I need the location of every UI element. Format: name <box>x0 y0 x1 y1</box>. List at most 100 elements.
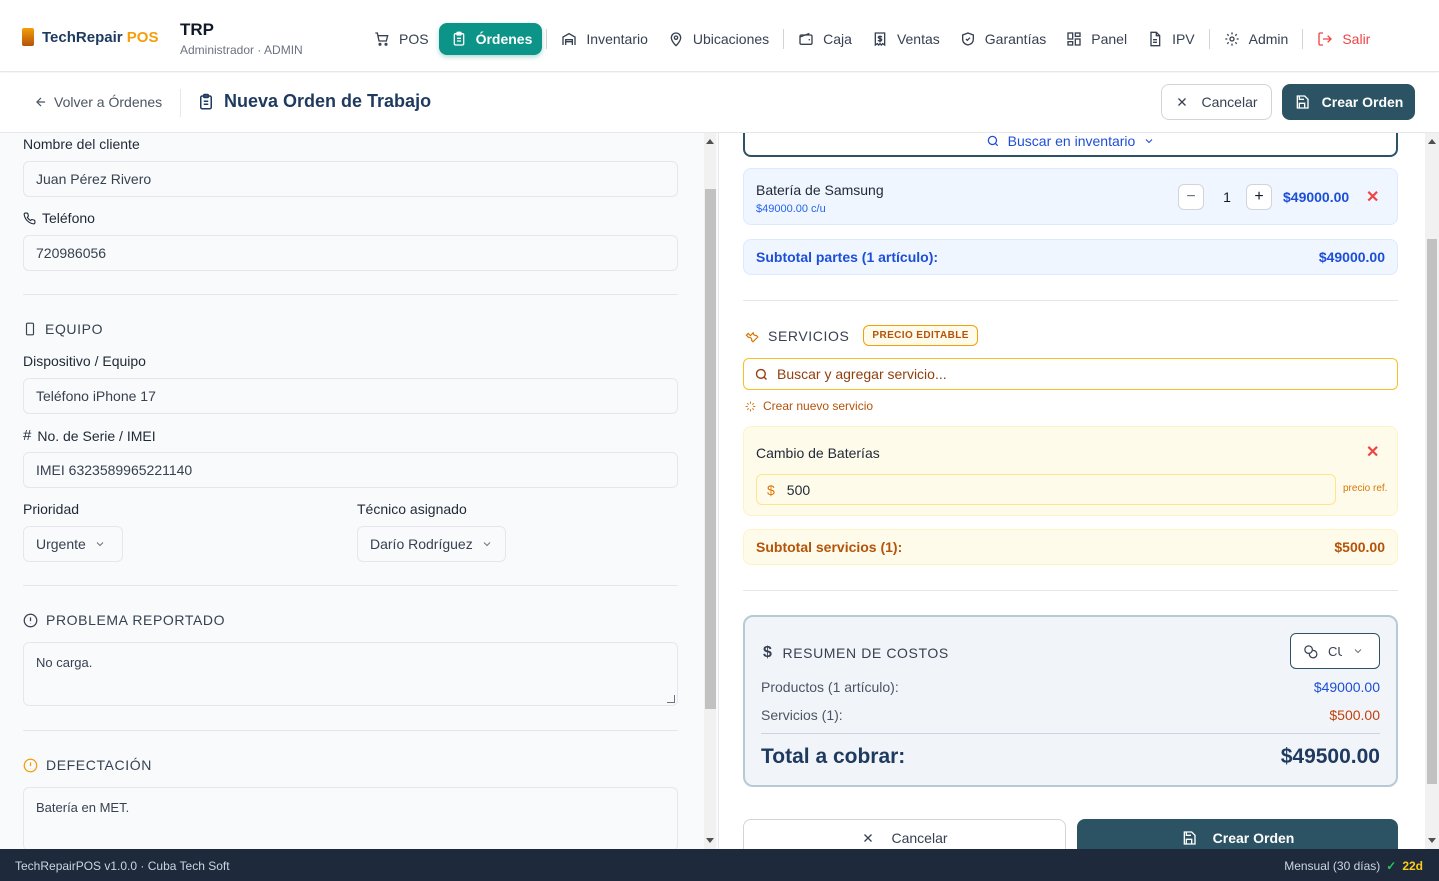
nav-ipv[interactable]: IPV <box>1137 23 1205 55</box>
remove-part-button[interactable]: ✕ <box>1366 187 1379 207</box>
equipment-title-text: EQUIPO <box>45 321 104 337</box>
create-service-link[interactable]: Crear nuevo servicio <box>744 399 873 413</box>
top-navbar: TechRepair POS TRP Administrador · ADMIN… <box>0 0 1439 72</box>
defect-title-text: DEFECTACIÓN <box>46 757 152 773</box>
bottom-cancel-button[interactable]: Cancelar <box>743 819 1066 849</box>
services-title-text: SERVICIOS <box>768 327 850 344</box>
client-name-label: Nombre del cliente <box>23 136 140 152</box>
arrow-left-icon <box>36 97 46 107</box>
left-scrollbar[interactable] <box>704 133 716 849</box>
bottom-create-label: Crear Orden <box>1212 830 1295 846</box>
nav-label: Ventas <box>896 31 940 47</box>
nav-ventas[interactable]: Ventas <box>862 23 950 55</box>
warning-circle-icon <box>23 758 38 772</box>
shop-info: TRP Administrador · ADMIN <box>180 20 303 57</box>
section-divider <box>23 730 678 731</box>
priority-value: Urgente <box>36 536 86 552</box>
serial-input[interactable]: IMEI 6323589965221140 <box>23 452 678 488</box>
defect-text: Batería en MET. <box>36 800 130 815</box>
tech-select[interactable]: Darío Rodríguez <box>357 526 506 562</box>
scrollbar-thumb[interactable] <box>1427 239 1437 784</box>
client-name-input[interactable]: Juan Pérez Rivero <box>23 161 678 197</box>
tech-value: Darío Rodríguez <box>370 536 473 552</box>
problem-textarea[interactable]: No carga. <box>23 642 678 706</box>
warehouse-icon <box>562 32 577 45</box>
scroll-down-arrow-icon[interactable] <box>1428 838 1436 843</box>
service-price-value: 500 <box>786 481 811 498</box>
summary-products-row: Productos (1 artículo): $49000.00 <box>761 679 1380 695</box>
nav-label: IPV <box>1172 31 1195 47</box>
summary-title: $ RESUMEN DE COSTOS <box>763 644 949 662</box>
section-divider <box>743 590 1398 591</box>
brand-name: TechRepair POS <box>42 29 158 46</box>
page-title: Nueva Orden de Trabajo <box>197 91 431 112</box>
cancel-button[interactable]: Cancelar <box>1161 84 1272 120</box>
services-subtotal: Subtotal servicios (1): $500.00 <box>743 529 1398 565</box>
nav-divider <box>783 29 785 49</box>
summary-title-text: RESUMEN DE COSTOS <box>782 645 949 661</box>
bottom-create-order-button[interactable]: Crear Orden <box>1077 819 1398 849</box>
create-order-label: Crear Orden <box>1321 94 1404 110</box>
nav-ordenes[interactable]: Órdenes <box>438 23 543 55</box>
resize-handle[interactable] <box>667 695 675 703</box>
brand-main: TechRepair <box>42 28 123 46</box>
cost-summary: $ RESUMEN DE COSTOS CU Productos (1 artí… <box>743 615 1398 787</box>
service-price-input[interactable]: $ 500 <box>756 474 1336 505</box>
close-icon <box>864 834 873 842</box>
plan-label: Mensual (30 días) <box>1284 859 1381 873</box>
decrease-qty-button[interactable]: − <box>1178 184 1204 210</box>
products-label: Productos (1 artículo): <box>761 679 899 695</box>
brand-logo-icon <box>22 28 34 46</box>
inventory-search-button[interactable]: Buscar en inventario <box>743 133 1398 157</box>
nav-label: Inventario <box>586 31 648 47</box>
increase-qty-button[interactable]: + <box>1246 184 1272 210</box>
summary-total-row: Total a cobrar: $49500.00 <box>761 745 1380 769</box>
back-to-orders-link[interactable]: Volver a Órdenes <box>34 94 162 110</box>
cancel-label: Cancelar <box>1201 94 1258 110</box>
phone-input[interactable]: 720986056 <box>23 235 678 271</box>
service-item: Cambio de Baterías ✕ $ 500 precio ref. <box>743 426 1398 516</box>
nav-admin[interactable]: Admin <box>1214 23 1299 55</box>
service-search-input[interactable]: Buscar y agregar servicio... <box>743 358 1398 390</box>
brand[interactable]: TechRepair POS <box>22 28 158 46</box>
status-footer: TechRepairPOS v1.0.0 · Cuba Tech Soft Me… <box>0 849 1439 881</box>
nav-inventario[interactable]: Inventario <box>551 23 657 55</box>
defect-textarea[interactable]: Batería en MET. <box>23 787 678 849</box>
total-value: $49500.00 <box>1280 745 1380 768</box>
services-section-title: SERVICIOS PRECIO EDITABLE <box>744 325 978 346</box>
scrollbar-thumb[interactable] <box>705 189 716 709</box>
nav-pos[interactable]: POS <box>364 23 439 55</box>
equipment-section-title: EQUIPO <box>23 321 103 337</box>
services-subtotal-label: Subtotal servicios (1): <box>756 539 903 555</box>
nav-caja[interactable]: Caja <box>788 23 862 55</box>
currency-select[interactable]: CU <box>1290 633 1380 669</box>
save-icon <box>1183 831 1196 845</box>
cart-icon <box>375 32 389 46</box>
device-input[interactable]: Teléfono iPhone 17 <box>23 378 678 414</box>
services-value: $500.00 <box>1329 707 1380 723</box>
gear-icon <box>1224 32 1239 46</box>
part-item: Batería de Samsung $49000.00 c/u − 1 + $… <box>743 168 1398 225</box>
chevron-down-icon <box>96 542 104 547</box>
create-service-label: Crear nuevo servicio <box>763 399 874 413</box>
editable-price-badge: PRECIO EDITABLE <box>863 325 978 346</box>
nav-ubicaciones[interactable]: Ubicaciones <box>658 23 779 55</box>
nav-panel[interactable]: Panel <box>1056 23 1137 55</box>
priority-select[interactable]: Urgente <box>23 526 123 562</box>
nav-salir[interactable]: Salir <box>1307 23 1380 55</box>
parts-subtotal: Subtotal partes (1 artículo): $49000.00 <box>743 239 1398 275</box>
page-header: Volver a Órdenes Nueva Orden de Trabajo … <box>0 73 1439 133</box>
scroll-up-arrow-icon[interactable] <box>1428 139 1436 144</box>
brand-accent: POS <box>126 28 159 46</box>
scroll-up-arrow-icon[interactable] <box>706 139 714 144</box>
wallet-icon <box>799 32 813 45</box>
hash-icon: # <box>23 427 32 444</box>
services-subtotal-value: $500.00 <box>1334 539 1385 555</box>
scroll-down-arrow-icon[interactable] <box>706 838 714 843</box>
nav-garantias[interactable]: Garantías <box>950 23 1056 55</box>
clipboard-icon <box>453 31 464 46</box>
summary-divider <box>761 733 1380 734</box>
create-order-button[interactable]: Crear Orden <box>1282 84 1415 120</box>
right-scrollbar[interactable] <box>1425 133 1439 849</box>
remove-service-button[interactable]: ✕ <box>1366 442 1379 462</box>
